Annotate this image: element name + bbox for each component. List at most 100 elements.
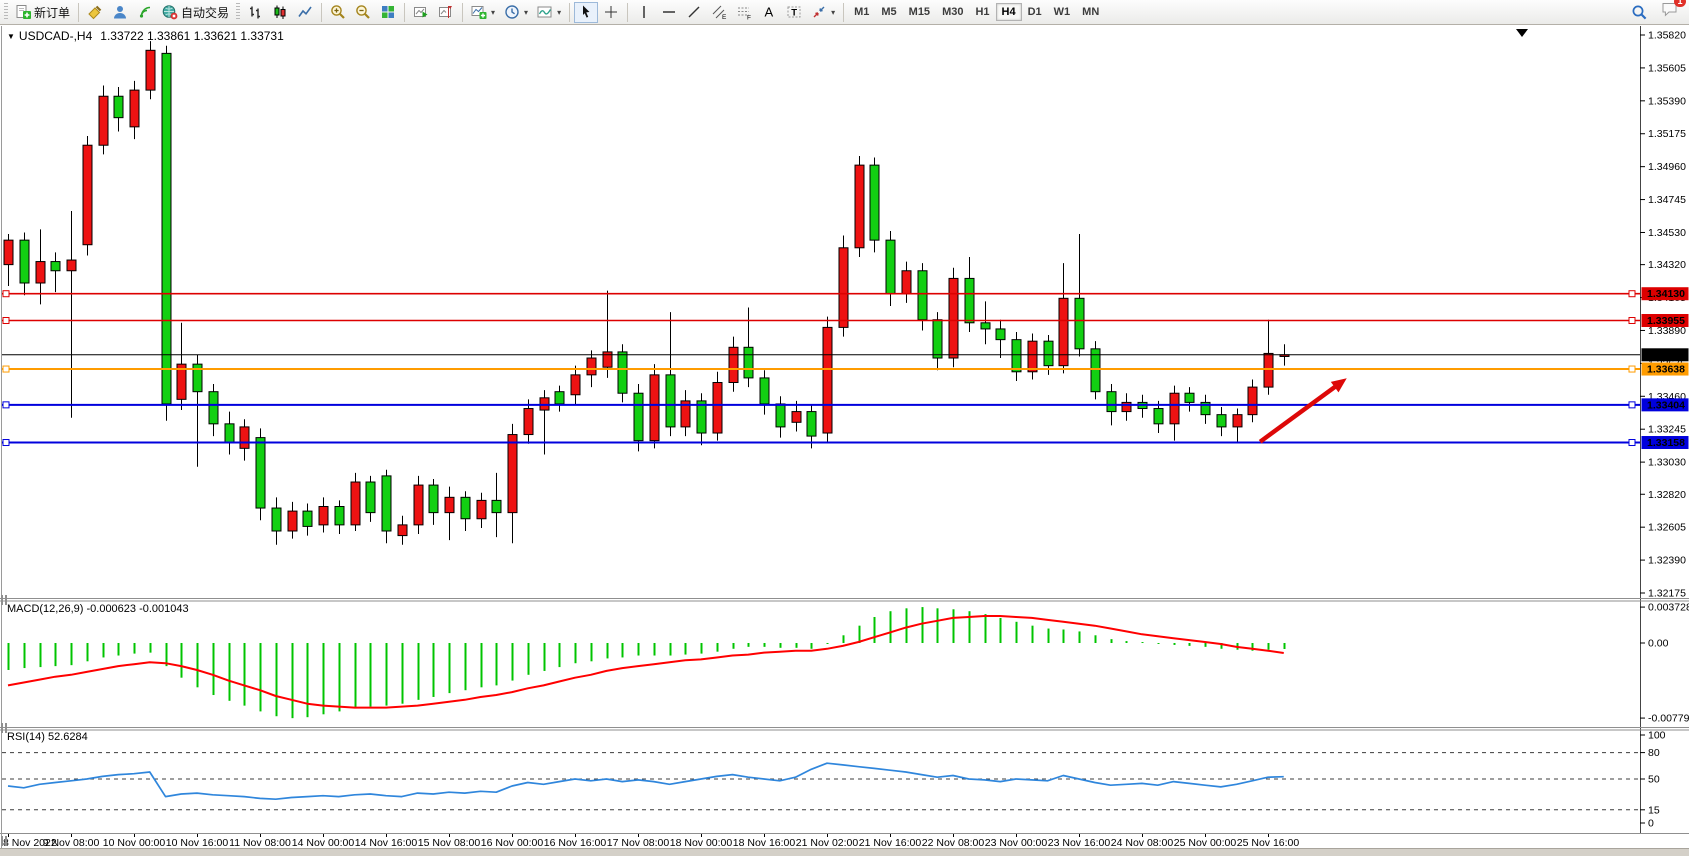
rsi-label: RSI(14) 52.6284 — [7, 731, 88, 743]
candlestick-chart-button[interactable] — [268, 2, 292, 23]
toolbar: 新订单 自动交易 ▾ ▾ ▾ E F A — [0, 0, 1689, 25]
price-chart-canvas[interactable]: 1.358201.356051.353901.351751.349601.347… — [0, 25, 1689, 856]
svg-text:1.35175: 1.35175 — [1648, 128, 1686, 140]
symbol-period-label: USDCAD-,H4 — [19, 29, 92, 43]
timeframe-toolbar: M1M5M15M30H1H4D1W1MN — [848, 3, 1105, 21]
text-label-icon: T — [786, 4, 802, 20]
timeframe-button-m5[interactable]: M5 — [875, 3, 902, 21]
svg-text:22 Nov 08:00: 22 Nov 08:00 — [922, 837, 985, 849]
cursor-tool-button[interactable] — [574, 2, 598, 23]
label-tool-button[interactable]: T — [782, 2, 806, 23]
svg-text:1.34960: 1.34960 — [1648, 161, 1686, 173]
svg-text:0.00: 0.00 — [1648, 638, 1669, 650]
chart-title: ▼ USDCAD-,H4 1.33722 1.33861 1.33621 1.337… — [7, 29, 284, 43]
chart-shift-button[interactable] — [434, 2, 458, 23]
toolbar-separator — [462, 3, 463, 22]
svg-text:16 Nov 16:00: 16 Nov 16:00 — [544, 837, 607, 849]
crosshair-tool-button[interactable] — [599, 2, 623, 23]
zoom-out-button[interactable] — [351, 2, 375, 23]
chat-bubble-icon — [1661, 5, 1679, 22]
timeframe-button-m1[interactable]: M1 — [848, 3, 875, 21]
cleanup-button[interactable] — [83, 2, 107, 23]
bar-chart-button[interactable] — [243, 2, 267, 23]
notifications-button[interactable]: 1 — [1661, 1, 1679, 23]
svg-text:A: A — [765, 5, 774, 20]
equidistant-channel-icon: E — [711, 4, 727, 20]
timeframe-button-h1[interactable]: H1 — [969, 3, 995, 21]
svg-text:1.34530: 1.34530 — [1648, 227, 1686, 239]
fibonacci-icon: F — [736, 4, 752, 20]
line-chart-icon — [297, 4, 313, 20]
templates-button[interactable]: ▾ — [533, 2, 565, 23]
text-tool-button[interactable]: A — [757, 2, 781, 23]
search-button[interactable] — [1627, 2, 1652, 23]
timeframe-button-mn[interactable]: MN — [1076, 3, 1105, 21]
timeframe-button-h4[interactable]: H4 — [996, 3, 1022, 21]
template-icon — [537, 4, 553, 20]
svg-text:1.34320: 1.34320 — [1648, 259, 1686, 271]
ohlc-bars-icon — [247, 4, 263, 20]
rsi-levels: 1008050150 — [2, 730, 1666, 830]
svg-text:80: 80 — [1648, 747, 1660, 759]
text-icon: A — [761, 4, 777, 20]
zoom-in-icon — [330, 4, 346, 20]
toolbar-separator — [321, 3, 322, 22]
toolbar-grip[interactable] — [236, 3, 240, 21]
svg-text:23 Nov 16:00: 23 Nov 16:00 — [1048, 837, 1111, 849]
svg-text:1.32605: 1.32605 — [1648, 522, 1686, 534]
svg-text:E: E — [722, 14, 727, 20]
mt4-window: 新订单 自动交易 ▾ ▾ ▾ E F A — [0, 0, 1689, 856]
crosshair-icon — [603, 4, 619, 20]
svg-text:11 Nov 08:00: 11 Nov 08:00 — [229, 837, 291, 849]
horizontal-line-tool-button[interactable] — [657, 2, 681, 23]
svg-text:1.35605: 1.35605 — [1648, 62, 1686, 74]
horizontal-line-icon — [661, 4, 677, 20]
chart-shift-marker-icon[interactable] — [1516, 29, 1528, 37]
new-order-button[interactable]: 新订单 — [11, 2, 74, 23]
chart-window[interactable]: 1.358201.356051.353901.351751.349601.347… — [0, 25, 1689, 856]
chart-menu-triangle-icon[interactable]: ▼ — [7, 32, 15, 41]
zoom-in-button[interactable] — [326, 2, 350, 23]
fibonacci-tool-button[interactable]: F — [732, 2, 756, 23]
macd-pane — [8, 607, 1285, 718]
toolbar-grip[interactable] — [4, 3, 8, 21]
toolbar-separator — [404, 3, 405, 22]
channel-tool-button[interactable]: E — [707, 2, 731, 23]
timeframe-button-w1[interactable]: W1 — [1048, 3, 1077, 21]
ohlc-values: 1.33722 1.33861 1.33621 1.33731 — [100, 29, 284, 43]
candlestick-icon — [272, 4, 288, 20]
svg-text:10 Nov 16:00: 10 Nov 16:00 — [166, 837, 229, 849]
macd-axis: 0.0037280.00-0.007792 — [1640, 602, 1689, 725]
svg-text:50: 50 — [1648, 774, 1660, 786]
new-order-icon — [15, 4, 31, 20]
vertical-line-tool-button[interactable] — [632, 2, 656, 23]
svg-text:23 Nov 00:00: 23 Nov 00:00 — [985, 837, 1048, 849]
timeframe-button-m30[interactable]: M30 — [936, 3, 969, 21]
svg-text:10 Nov 00:00: 10 Nov 00:00 — [103, 837, 166, 849]
periods-button[interactable]: ▾ — [500, 2, 532, 23]
svg-text:14 Nov 16:00: 14 Nov 16:00 — [355, 837, 418, 849]
auto-scroll-button[interactable] — [409, 2, 433, 23]
svg-text:1.32175: 1.32175 — [1648, 588, 1686, 600]
line-chart-button[interactable] — [293, 2, 317, 23]
timeframe-button-d1[interactable]: D1 — [1022, 3, 1048, 21]
notification-badge: 1 — [1674, 0, 1686, 7]
timeframe-button-m15[interactable]: M15 — [903, 3, 936, 21]
signal-button[interactable] — [133, 2, 157, 23]
chart-shift-icon — [438, 4, 454, 20]
trend-arrow[interactable] — [1260, 378, 1347, 442]
svg-text:25 Nov 16:00: 25 Nov 16:00 — [1237, 837, 1300, 849]
trendline-tool-button[interactable] — [682, 2, 706, 23]
time-axis[interactable]: 8 Nov 20229 Nov 08:0010 Nov 00:0010 Nov … — [3, 833, 1299, 849]
svg-text:0.003728: 0.003728 — [1648, 602, 1689, 614]
person-icon — [112, 4, 128, 20]
arrows-tool-button[interactable]: ▾ — [807, 2, 839, 23]
tile-windows-icon — [380, 4, 396, 20]
profile-button[interactable] — [108, 2, 132, 23]
tile-windows-button[interactable] — [376, 2, 400, 23]
svg-text:1.35390: 1.35390 — [1648, 95, 1686, 107]
svg-text:1.34130: 1.34130 — [1647, 288, 1685, 300]
autotrade-button[interactable]: 自动交易 — [158, 2, 233, 23]
svg-text:1.33731: 1.33731 — [1647, 349, 1685, 361]
indicators-button[interactable]: ▾ — [467, 2, 499, 23]
